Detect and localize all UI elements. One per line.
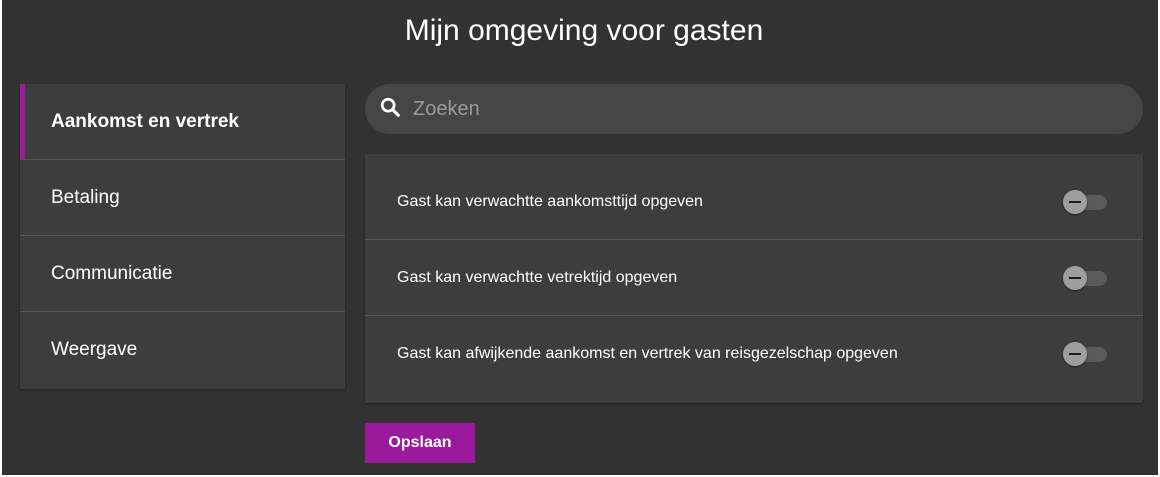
- setting-row: Gast kan afwijkende aankomst en vertrek …: [365, 316, 1143, 392]
- setting-row: Gast kan verwachtte aankomsttijd opgeven: [365, 164, 1143, 240]
- minus-icon: [1063, 265, 1087, 290]
- setting-toggle[interactable]: [1063, 341, 1109, 367]
- sidebar-item-communicatie[interactable]: Communicatie: [20, 236, 345, 312]
- minus-icon: [1063, 189, 1087, 214]
- sidebar-item-label: Communicatie: [51, 262, 173, 284]
- sidebar-item-label: Weergave: [51, 339, 138, 360]
- search-input[interactable]: [413, 97, 1113, 121]
- setting-label: Gast kan verwachtte aankomsttijd opgeven: [397, 192, 703, 210]
- sidebar-item-betaling[interactable]: Betaling: [20, 160, 345, 236]
- sidebar-item-label: Betaling: [51, 186, 120, 208]
- minus-icon: [1063, 342, 1087, 366]
- sidebar-item-label: Aankomst en vertrek: [51, 110, 239, 132]
- setting-toggle[interactable]: [1063, 189, 1109, 215]
- search-icon: [379, 96, 401, 123]
- setting-row: Gast kan verwachtte vetrektijd opgeven: [365, 240, 1143, 316]
- app-frame: Mijn omgeving voor gasten Aankomst en ve…: [2, 0, 1158, 475]
- setting-toggle[interactable]: [1063, 265, 1109, 291]
- save-button[interactable]: Opslaan: [365, 423, 475, 463]
- search-bar: [365, 84, 1143, 134]
- sidebar-item-weergave[interactable]: Weergave: [20, 312, 345, 388]
- page-title: Mijn omgeving voor gasten: [404, 14, 764, 47]
- settings-panel: Gast kan verwachtte aankomsttijd opgeven…: [365, 154, 1143, 403]
- sidebar-item-aankomst-en-vertrek[interactable]: Aankomst en vertrek: [20, 84, 345, 160]
- setting-label: Gast kan afwijkende aankomst en vertrek …: [397, 345, 898, 362]
- settings-sidebar: Aankomst en vertrek Betaling Communicati…: [20, 84, 345, 389]
- setting-label: Gast kan verwachtte vetrektijd opgeven: [397, 268, 678, 286]
